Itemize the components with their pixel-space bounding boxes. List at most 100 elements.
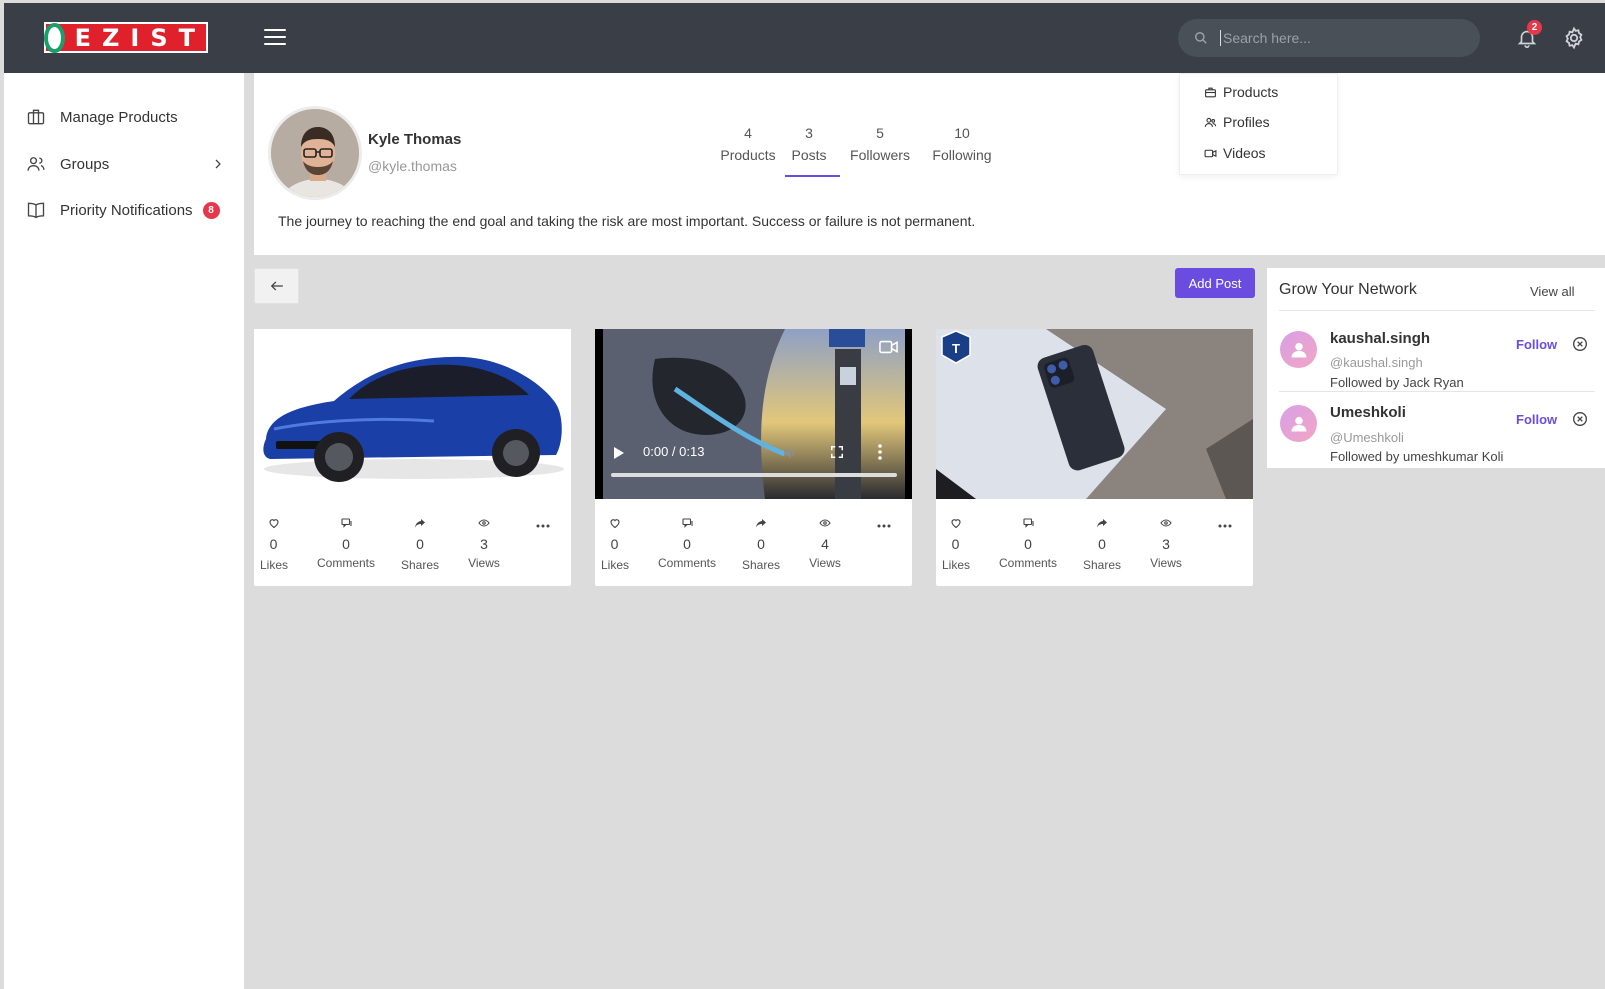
settings-button[interactable] bbox=[1562, 26, 1586, 55]
sidebar-item-label: Manage Products bbox=[60, 108, 178, 126]
avatar[interactable] bbox=[1280, 331, 1317, 368]
dropdown-item-videos[interactable]: Videos bbox=[1204, 145, 1266, 161]
profile-avatar[interactable] bbox=[268, 106, 362, 200]
sidebar: Manage Products Groups Priority Notifica… bbox=[4, 73, 244, 989]
add-post-button[interactable]: Add Post bbox=[1175, 268, 1255, 298]
views-metric[interactable]: 3 Views bbox=[466, 517, 502, 570]
dismiss-icon[interactable] bbox=[1572, 411, 1588, 427]
arrow-left-icon bbox=[270, 281, 283, 291]
more-options-icon[interactable] bbox=[536, 523, 550, 529]
likes-count: 0 bbox=[269, 536, 278, 552]
stat-following[interactable]: 10 Following bbox=[930, 125, 994, 163]
profile-name: Kyle Thomas bbox=[368, 131, 462, 148]
user-placeholder-icon bbox=[1291, 342, 1306, 357]
post-metrics: 0 Likes 0 Comments 0 Shares 4 Views bbox=[595, 517, 912, 587]
menu-toggle-button[interactable] bbox=[264, 29, 286, 47]
dropdown-item-profiles[interactable]: Profiles bbox=[1204, 114, 1270, 130]
post-card[interactable]: 0:00 / 0:13 0 Likes 0 Comments 0 Shares … bbox=[595, 329, 912, 586]
share-icon bbox=[415, 519, 425, 528]
video-progress-bar[interactable] bbox=[611, 473, 897, 477]
play-icon[interactable] bbox=[613, 446, 625, 460]
video-time: 0:00 / 0:13 bbox=[643, 444, 705, 459]
stat-posts[interactable]: 3 Posts bbox=[786, 125, 832, 163]
post-image[interactable]: T bbox=[936, 329, 1253, 499]
notifications-button[interactable]: 2 bbox=[1516, 20, 1542, 55]
post-card[interactable]: T 0 Likes 0 Comments 0 Shares 3 Views bbox=[936, 329, 1253, 586]
sidebar-item-manage-products[interactable]: Manage Products bbox=[26, 107, 178, 127]
dismiss-icon[interactable] bbox=[1572, 336, 1588, 352]
suggested-user-name[interactable]: kaushal.singh bbox=[1330, 330, 1430, 347]
follow-button[interactable]: Follow bbox=[1516, 412, 1557, 427]
stat-products[interactable]: 4 Products bbox=[718, 125, 778, 163]
post-image[interactable] bbox=[254, 329, 571, 499]
followed-by-text: Followed by Jack Ryan bbox=[1330, 375, 1464, 390]
search-bar bbox=[1178, 19, 1480, 57]
search-filter-dropdown: Products Profiles Videos bbox=[1179, 73, 1338, 175]
back-button[interactable] bbox=[254, 268, 299, 304]
views-count: 4 bbox=[821, 536, 829, 552]
comments-metric[interactable]: 0 Comments bbox=[657, 517, 717, 570]
shares-metric[interactable]: 0 Shares bbox=[1082, 517, 1122, 572]
comments-metric[interactable]: 0 Comments bbox=[998, 517, 1058, 570]
likes-metric[interactable]: 0 Likes bbox=[942, 517, 971, 572]
volume-icon[interactable] bbox=[782, 445, 798, 461]
suggested-user-handle: @Umeshkoli bbox=[1330, 430, 1404, 445]
shares-metric[interactable]: 0 Shares bbox=[400, 517, 440, 572]
dropdown-item-label: Profiles bbox=[1223, 114, 1270, 130]
video-controls: 0:00 / 0:13 bbox=[595, 437, 912, 499]
likes-label: Likes bbox=[601, 558, 630, 572]
view-all-link[interactable]: View all bbox=[1530, 284, 1575, 299]
heart-icon bbox=[609, 519, 620, 529]
shares-label: Shares bbox=[400, 558, 440, 572]
sidebar-item-priority-notifications[interactable]: Priority Notifications 8 bbox=[26, 200, 220, 220]
stat-value: 3 bbox=[805, 125, 813, 141]
likes-metric[interactable]: 0 Likes bbox=[260, 517, 288, 572]
more-vertical-icon[interactable] bbox=[877, 444, 883, 460]
post-video[interactable]: 0:00 / 0:13 bbox=[595, 329, 912, 499]
sidebar-item-groups[interactable]: Groups bbox=[26, 154, 226, 174]
likes-count: 0 bbox=[951, 536, 960, 552]
profile-handle: @kyle.thomas bbox=[368, 158, 457, 174]
profile-bio: The journey to reaching the end goal and… bbox=[278, 213, 976, 229]
stat-label: Posts bbox=[791, 147, 827, 163]
comments-metric[interactable]: 0 Comments bbox=[316, 517, 376, 570]
divider bbox=[1279, 310, 1595, 311]
share-icon bbox=[1097, 519, 1107, 528]
views-label: Views bbox=[809, 556, 841, 570]
views-metric[interactable]: 3 Views bbox=[1148, 517, 1184, 570]
stat-followers[interactable]: 5 Followers bbox=[848, 125, 912, 163]
dropdown-item-label: Products bbox=[1223, 84, 1279, 100]
views-metric[interactable]: 4 Views bbox=[807, 517, 843, 570]
divider bbox=[1279, 391, 1595, 392]
search-input[interactable] bbox=[1220, 30, 1460, 46]
shares-count: 0 bbox=[757, 536, 765, 552]
comment-icon bbox=[681, 518, 693, 528]
shares-metric[interactable]: 0 Shares bbox=[741, 517, 781, 572]
more-options-icon[interactable] bbox=[877, 523, 891, 529]
stat-label: Followers bbox=[850, 147, 910, 163]
dropdown-item-products[interactable]: Products bbox=[1204, 84, 1278, 100]
more-options-icon[interactable] bbox=[1218, 523, 1232, 529]
notification-count-badge: 2 bbox=[1527, 20, 1542, 35]
likes-label: Likes bbox=[942, 558, 971, 572]
avatar[interactable] bbox=[1280, 405, 1317, 442]
brand-logo[interactable]: EZIST bbox=[44, 22, 208, 53]
shares-count: 0 bbox=[416, 536, 424, 552]
share-icon bbox=[756, 519, 766, 528]
profile-card: Kyle Thomas @kyle.thomas 4 Products 3 Po… bbox=[254, 73, 1605, 255]
stat-value: 5 bbox=[876, 125, 884, 141]
fullscreen-icon[interactable] bbox=[830, 445, 844, 459]
suggested-user-name[interactable]: Umeshkoli bbox=[1330, 404, 1406, 421]
likes-metric[interactable]: 0 Likes bbox=[601, 517, 630, 572]
follow-button[interactable]: Follow bbox=[1516, 337, 1557, 352]
network-title: Grow Your Network bbox=[1279, 281, 1417, 298]
gear-icon bbox=[1565, 26, 1583, 50]
video-camera-icon bbox=[1204, 149, 1217, 157]
dropdown-item-label: Videos bbox=[1223, 145, 1266, 161]
svg-text:T: T bbox=[952, 341, 960, 356]
shares-count: 0 bbox=[1098, 536, 1106, 552]
post-card[interactable]: 0 Likes 0 Comments 0 Shares 3 Views bbox=[254, 329, 571, 586]
priority-notifications-badge: 8 bbox=[202, 201, 220, 219]
hamburger-icon bbox=[264, 29, 286, 31]
chevron-right-icon bbox=[215, 159, 221, 169]
